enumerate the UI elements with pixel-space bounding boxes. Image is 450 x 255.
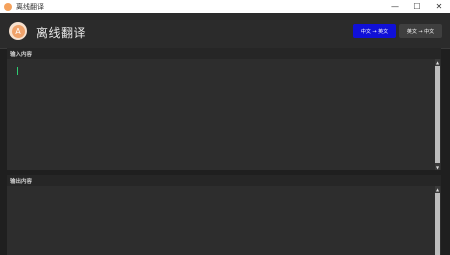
scroll-up-icon[interactable]: ▲ — [435, 59, 440, 65]
input-label-bar — [7, 48, 441, 59]
scroll-down-icon[interactable]: ▼ — [435, 164, 440, 170]
en-to-zh-button[interactable]: 英文 → 中文 — [399, 24, 442, 38]
zh-to-en-button[interactable]: 中文 → 英文 — [353, 24, 396, 38]
scroll-up-icon[interactable]: ▲ — [435, 186, 440, 192]
logo-avatar: A — [9, 22, 27, 40]
output-scroll-thumb[interactable] — [435, 193, 440, 255]
maximize-button[interactable]: ☐ — [406, 0, 428, 13]
close-button[interactable]: ✕ — [428, 0, 450, 13]
output-textarea[interactable]: ▲ — [7, 186, 441, 255]
logo-letter: A — [11, 24, 25, 38]
app-title: 离线翻译 — [36, 26, 87, 40]
app-icon — [4, 2, 12, 11]
minimize-button[interactable]: — — [384, 0, 406, 13]
input-textarea[interactable]: ▲ ▼ — [7, 59, 441, 170]
input-scroll-thumb[interactable] — [435, 66, 440, 163]
output-scrollbar[interactable]: ▲ — [435, 186, 440, 255]
output-label-bar — [7, 175, 441, 186]
input-label: 输入内容 — [10, 52, 33, 58]
app-header: A 离线翻译 中文 → 英文 英文 → 中文 — [0, 13, 450, 49]
text-caret — [17, 67, 18, 75]
window-title: 离线翻译 — [16, 2, 44, 11]
window-controls: — ☐ ✕ — [384, 0, 450, 13]
input-scrollbar[interactable]: ▲ ▼ — [435, 59, 440, 170]
window-titlebar: 离线翻译 — ☐ ✕ — [0, 0, 450, 13]
output-label: 输出内容 — [10, 179, 33, 185]
